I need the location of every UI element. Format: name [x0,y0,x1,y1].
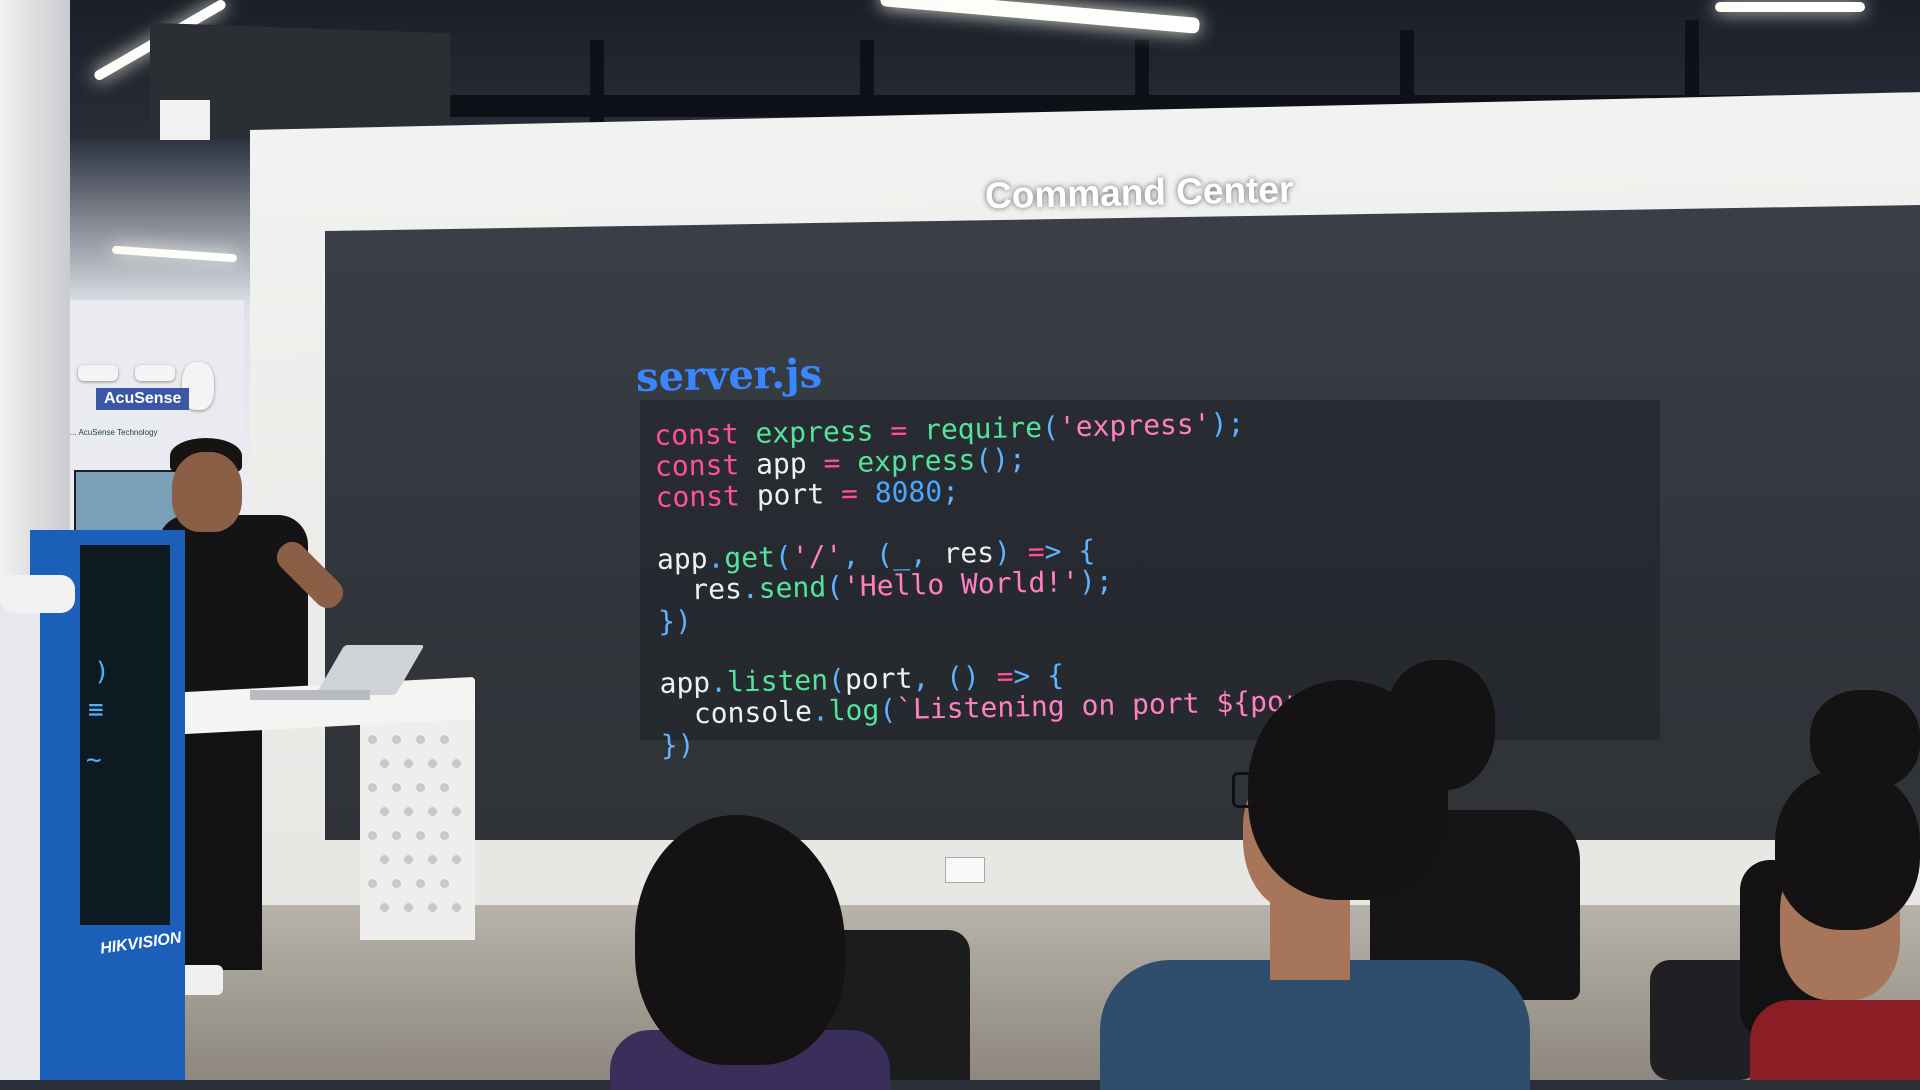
podium-dot [392,879,401,888]
lower-wall [250,840,1920,910]
glasses-icon [1232,772,1260,808]
kiosk-screen-glyph: ) [94,657,110,687]
podium-dot [404,855,413,864]
podium-dot [452,903,461,912]
podium-dot [368,783,377,792]
camera-icon [78,365,118,381]
podium-dot [440,783,449,792]
power-outlet [945,857,985,883]
podium-dot [416,831,425,840]
kiosk-screen-glyph: ~ [86,745,102,775]
acusense-sign: AcuSense [96,388,190,410]
camera-icon [0,575,75,613]
podium-dot-pattern [368,735,468,935]
podium-dot [416,879,425,888]
laptop-base [250,690,370,700]
podium-dot [452,855,461,864]
podium-dot [428,903,437,912]
podium-dot [452,807,461,816]
camera-icon [135,365,175,381]
projector-label [160,100,210,140]
podium-dot [380,903,389,912]
podium-dot [428,855,437,864]
podium-dot [368,831,377,840]
podium-dot [440,879,449,888]
podium-dot [380,759,389,768]
podium-dot [404,759,413,768]
audience-member-jacket [1750,1000,1920,1080]
podium-dot [404,903,413,912]
podium-dot [380,807,389,816]
podium-dot [416,783,425,792]
kiosk-side-panel [0,600,40,1080]
podium-dot [428,759,437,768]
command-center-title: Command Center [984,168,1294,217]
presenter-head [172,452,242,532]
kiosk-screen-glyph: ≡ [88,695,104,725]
ceiling-light [1715,2,1865,12]
kiosk-screen: ) ≡ ~ [80,545,170,925]
podium-dot [416,735,425,744]
podium-dot [392,783,401,792]
podium-dot [380,855,389,864]
podium-dot [392,831,401,840]
slide-file-name: server.js [635,350,823,401]
podium-dot [368,879,377,888]
podium-dot [452,759,461,768]
podium-dot [392,735,401,744]
code-block: const express = require('express'); const… [654,405,1386,762]
acusense-sign-subtitle: ... AcuSense Technology [70,428,158,437]
podium-dot [440,831,449,840]
presenter-legs [172,700,262,970]
audience-member-head [1775,770,1920,930]
podium-dot [368,735,377,744]
podium-dot [404,807,413,816]
podium-dot [428,807,437,816]
podium-dot [440,735,449,744]
